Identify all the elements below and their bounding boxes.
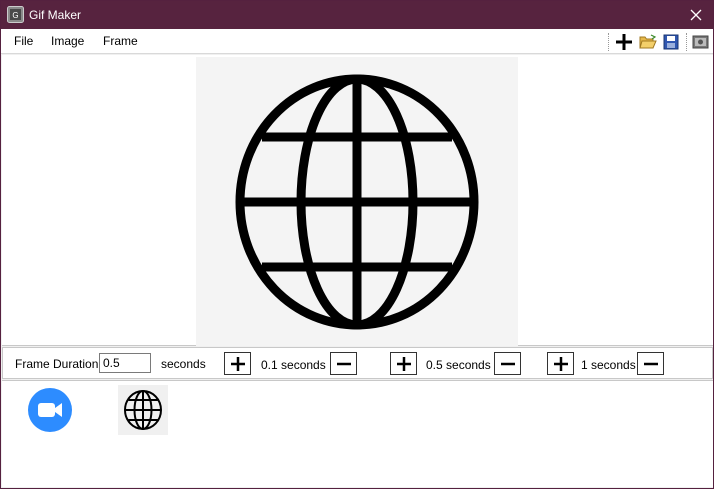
- menu-image[interactable]: Image: [51, 34, 84, 48]
- export-icon: [692, 35, 709, 49]
- title-bar: G Gif Maker: [1, 1, 713, 29]
- increase-0-1-button[interactable]: [224, 352, 251, 375]
- frame-thumbnail-2[interactable]: [118, 385, 168, 435]
- step-1-label: 1 seconds: [581, 358, 636, 372]
- window-title: Gif Maker: [29, 8, 82, 22]
- frame-preview: [196, 57, 518, 346]
- step-0-5-label: 0.5 seconds: [426, 358, 491, 372]
- add-icon: [616, 34, 632, 50]
- decrease-0-5-button[interactable]: [494, 352, 521, 375]
- add-button[interactable]: [614, 32, 634, 52]
- preview-area: [2, 55, 713, 346]
- save-button[interactable]: [661, 32, 681, 52]
- minus-icon: [643, 362, 658, 365]
- frame-thumbnail-1[interactable]: [25, 385, 75, 435]
- open-folder-icon: [639, 34, 657, 49]
- menu-frame[interactable]: Frame: [103, 34, 138, 48]
- app-window: G Gif Maker File Image Frame Frame Durat…: [0, 0, 714, 489]
- plus-icon: [230, 356, 245, 371]
- video-camera-icon: [28, 388, 72, 432]
- plus-icon: [396, 356, 411, 371]
- toolbar-separator: [686, 33, 687, 51]
- frame-duration-panel: Frame Duration seconds 0.1 seconds 0.5 s…: [2, 347, 713, 379]
- toolbar-grip[interactable]: [608, 33, 609, 51]
- decrease-0-1-button[interactable]: [330, 352, 357, 375]
- plus-icon: [553, 356, 568, 371]
- minus-icon: [500, 362, 515, 365]
- open-button[interactable]: [638, 32, 658, 52]
- menu-file[interactable]: File: [14, 34, 33, 48]
- close-icon: [690, 9, 702, 21]
- decrease-1-button[interactable]: [637, 352, 664, 375]
- frame-duration-label: Frame Duration: [15, 357, 99, 371]
- globe-icon: [235, 74, 479, 330]
- frames-panel: [2, 380, 713, 487]
- increase-0-5-button[interactable]: [390, 352, 417, 375]
- svg-text:G: G: [12, 11, 18, 20]
- menu-bar: File Image Frame: [1, 29, 713, 54]
- app-icon: G: [7, 6, 24, 23]
- save-icon: [663, 34, 679, 50]
- minus-icon: [336, 362, 351, 365]
- globe-icon: [124, 390, 162, 430]
- close-button[interactable]: [679, 1, 713, 29]
- seconds-label: seconds: [161, 357, 206, 371]
- step-0-1-label: 0.1 seconds: [261, 358, 326, 372]
- frame-duration-input[interactable]: [99, 353, 151, 373]
- increase-1-button[interactable]: [547, 352, 574, 375]
- export-button[interactable]: [691, 32, 711, 52]
